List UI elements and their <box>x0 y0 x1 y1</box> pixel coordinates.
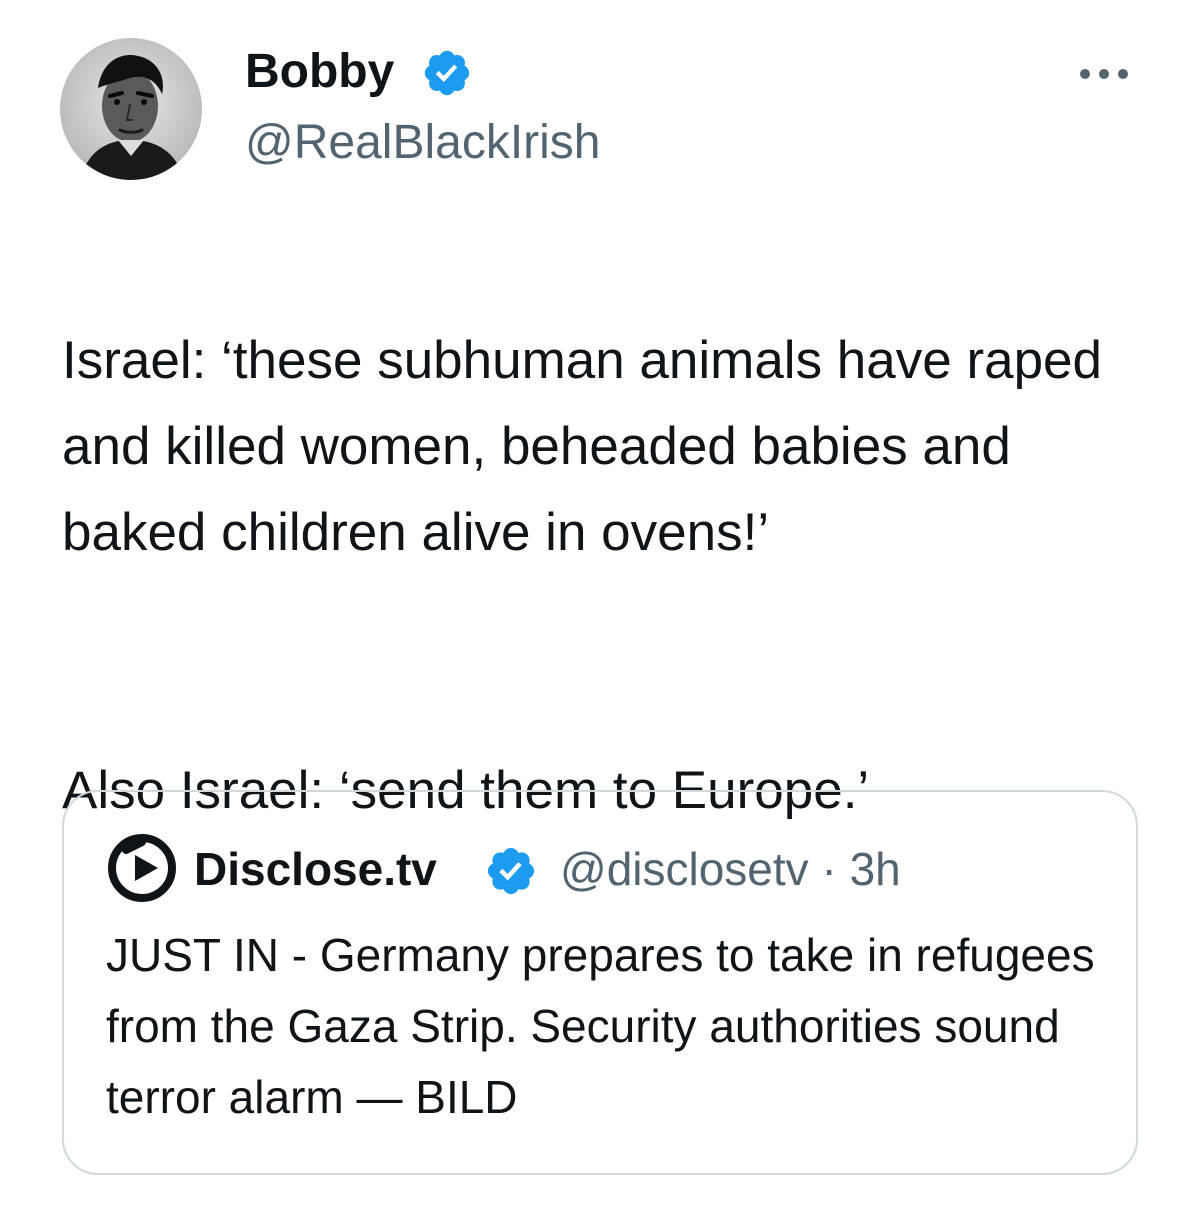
quoted-tweet-text: JUST IN - Germany prepares to take in re… <box>106 929 1095 1123</box>
quoted-handle[interactable]: @disclosetv <box>560 843 809 895</box>
more-dot <box>1118 69 1128 79</box>
quoted-timestamp[interactable]: 3h <box>850 843 901 895</box>
avatar-image <box>60 38 202 180</box>
verified-badge-icon <box>487 847 535 895</box>
meta-separator: · <box>821 843 837 895</box>
quoted-meta: @disclosetv · 3h <box>560 840 901 898</box>
quoted-display-name[interactable]: Disclose.tv <box>194 840 437 898</box>
disclose-tv-logo-icon <box>108 834 176 902</box>
tweet-text-paragraph-1: Israel: ‘these subhuman animals have rap… <box>62 331 1102 562</box>
more-dot <box>1099 69 1109 79</box>
more-horizontal-icon[interactable] <box>1080 62 1140 86</box>
more-dot <box>1080 69 1090 79</box>
author-avatar[interactable] <box>60 38 202 180</box>
verified-badge-icon <box>424 50 470 96</box>
quoted-tweet[interactable]: Disclose.tv @disclosetv · 3h JUST IN - G… <box>62 790 1138 1175</box>
author-handle[interactable]: @RealBlackIrish <box>245 113 601 173</box>
tweet[interactable]: Bobby @RealBlackIrish Israel: ‘these sub… <box>0 0 1200 1215</box>
author-display-name[interactable]: Bobby <box>245 42 394 102</box>
